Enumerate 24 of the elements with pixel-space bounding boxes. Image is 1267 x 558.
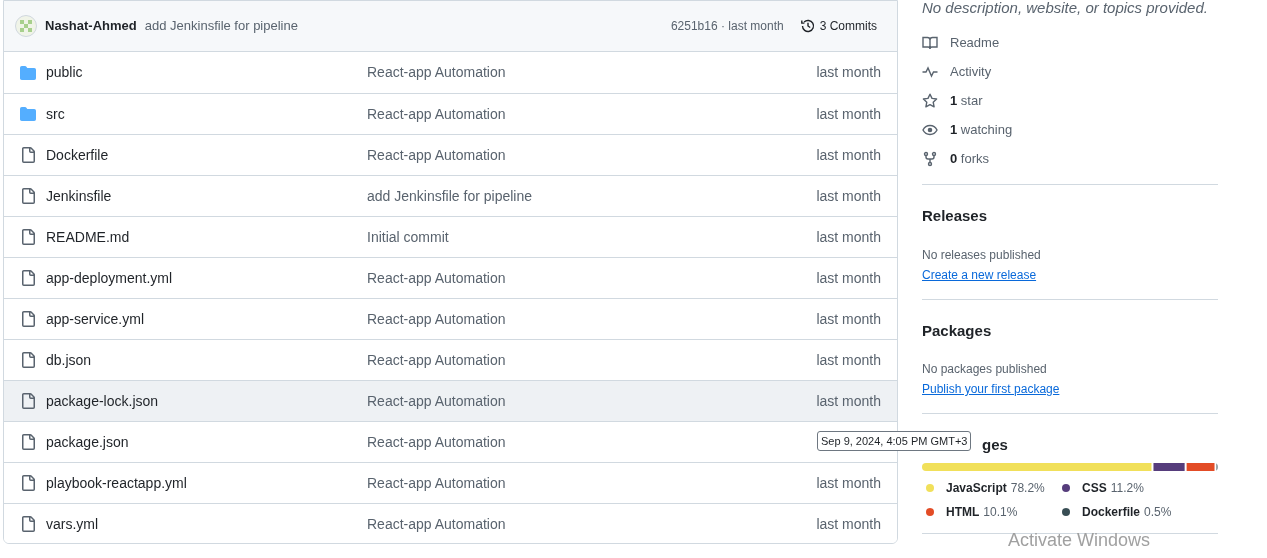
activation-notice: Activate Windows <box>1008 529 1151 551</box>
language-percent: 0.5% <box>1144 504 1172 521</box>
commit-hash-time: 6251b16 · last month <box>670 18 784 35</box>
commit-time: last month <box>816 186 881 206</box>
section-heading: ges <box>982 435 1008 454</box>
releases-note: No releases published <box>922 246 1042 264</box>
section-heading: Packages <box>922 320 993 341</box>
commit-time: last month <box>816 514 881 534</box>
commit-time: last month <box>816 227 881 247</box>
commit-time: last month <box>816 309 881 329</box>
commit-time: last month <box>816 63 881 82</box>
commit-time: last month <box>816 145 881 165</box>
commit-time: last month <box>816 473 881 493</box>
language-percent: 11.2% <box>1110 480 1144 497</box>
commit-time: last month <box>816 268 881 288</box>
packages-note: No packages published <box>922 361 1048 378</box>
section-heading: Releases <box>922 206 989 226</box>
language-percent: 10.1% <box>983 504 1018 521</box>
commit-time: last month <box>816 350 881 370</box>
commit-time: last month <box>816 104 881 124</box>
tooltip: Sep 9, 2024, 4:05 PM GMT+3 <box>817 431 972 451</box>
commit-time: last month <box>816 391 881 411</box>
language-percent: 78.2% <box>1010 480 1045 497</box>
repo-description: No description, website, or topics provided. <box>922 0 1209 18</box>
